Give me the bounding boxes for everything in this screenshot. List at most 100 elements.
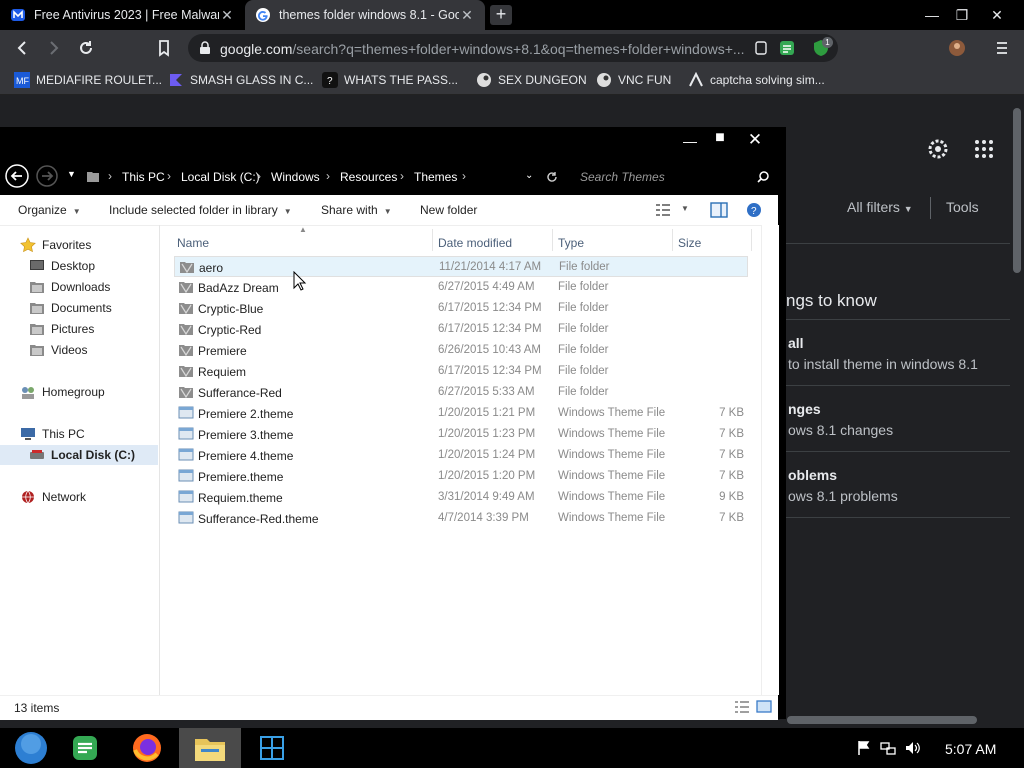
bookmark-vnc-fun[interactable]: VNC FUN	[596, 72, 671, 88]
share-icon[interactable]	[753, 40, 769, 56]
search-themes-input[interactable]: Search Themes	[570, 165, 775, 189]
nav-videos[interactable]: Videos	[0, 340, 158, 360]
menu-icon[interactable]	[994, 39, 1010, 57]
bookmark-captcha-solving[interactable]: captcha solving sim...	[688, 72, 825, 88]
breadcrumb-themes[interactable]: Themes	[414, 170, 457, 184]
nav-downloads[interactable]: Downloads	[0, 277, 158, 297]
breadcrumb-local-disk[interactable]: Local Disk (C:)	[181, 170, 260, 184]
nav-homegroup[interactable]: Homegroup	[0, 382, 158, 402]
close-button[interactable]: ✕	[745, 130, 765, 150]
taskbar-file-explorer[interactable]	[179, 728, 241, 768]
network-icon[interactable]	[880, 740, 896, 756]
refresh-icon[interactable]	[545, 170, 559, 184]
search-icon[interactable]	[756, 170, 770, 184]
bookmark-smash-glass[interactable]: SMASH GLASS IN C...	[168, 72, 313, 88]
chevron-down-icon[interactable]: ▼	[681, 204, 689, 213]
file-row[interactable]: Requiem 6/17/2015 12:34 PM File folder	[174, 361, 748, 382]
page-horizontal-scrollbar[interactable]	[785, 713, 1010, 727]
file-row[interactable]: aero 11/21/2014 4:17 AM File folder	[174, 256, 748, 277]
file-list-scrollbar[interactable]	[761, 225, 779, 695]
organize-button[interactable]: Organize ▼	[18, 203, 81, 217]
file-row[interactable]: Cryptic-Red 6/17/2015 12:34 PM File folder	[174, 319, 748, 340]
back-arrow-icon[interactable]	[5, 164, 29, 188]
new-tab-button[interactable]: +	[490, 5, 512, 25]
forward-icon[interactable]	[44, 38, 64, 58]
taskbar-app[interactable]	[241, 728, 303, 768]
file-row[interactable]: Premiere 4.theme 1/20/2015 1:24 PM Windows…	[174, 445, 748, 466]
nav-pictures[interactable]: Pictures	[0, 319, 158, 339]
view-options-icon[interactable]	[655, 203, 671, 217]
file-row[interactable]: Premiere.theme 1/20/2015 1:20 PM Windows T…	[174, 466, 748, 487]
address-dropdown-icon[interactable]: ⌄	[525, 170, 533, 181]
tab-close-icon[interactable]: ✕	[459, 7, 475, 24]
nav-documents[interactable]: Documents	[0, 298, 158, 318]
nav-this-pc[interactable]: This PC	[0, 424, 158, 444]
include-in-library-button[interactable]: Include selected folder in library ▼	[109, 203, 292, 217]
lock-icon[interactable]	[198, 41, 212, 55]
breadcrumb-windows[interactable]: Windows	[271, 170, 320, 184]
homegroup-icon	[20, 384, 36, 400]
preview-pane-icon[interactable]	[710, 202, 728, 218]
tab-free-antivirus[interactable]: Free Antivirus 2023 | Free Malware ✕	[0, 0, 245, 30]
address-bar[interactable]: google.com/search?q=themes+folder+window…	[188, 34, 838, 62]
nav-favorites[interactable]: Favorites	[0, 235, 158, 255]
maximize-button[interactable]: ❐	[946, 0, 978, 30]
taskbar-sheets[interactable]	[54, 728, 116, 768]
result-title[interactable]: nges	[788, 401, 821, 417]
scrollbar-thumb[interactable]	[1013, 108, 1021, 273]
share-with-button[interactable]: Share with ▼	[321, 203, 392, 217]
minimize-button[interactable]: —	[680, 133, 700, 149]
result-title[interactable]: oblems	[788, 467, 837, 483]
url-text[interactable]: google.com/search?q=themes+folder+window…	[220, 41, 760, 57]
tools-button[interactable]: Tools	[946, 199, 979, 215]
action-center-flag-icon[interactable]	[856, 740, 872, 756]
column-header-name[interactable]: Name	[177, 236, 209, 250]
recent-locations-icon[interactable]: ▼	[67, 169, 76, 179]
file-row[interactable]: Sufferance-Red 6/27/2015 5:33 AM File fold…	[174, 382, 748, 403]
breadcrumb-this-pc[interactable]: This PC	[122, 170, 165, 184]
nav-local-disk[interactable]: Local Disk (C:)	[0, 445, 158, 465]
nav-desktop[interactable]: Desktop	[0, 256, 158, 276]
settings-gear-icon[interactable]	[926, 137, 950, 161]
file-row[interactable]: Requiem.theme 3/31/2014 9:49 AM Windows Th…	[174, 487, 748, 508]
column-header-size[interactable]: Size	[678, 236, 701, 250]
column-header-date-modified[interactable]: Date modified	[438, 236, 512, 250]
reload-icon[interactable]	[76, 38, 96, 58]
volume-icon[interactable]	[905, 740, 921, 756]
breadcrumb-resources[interactable]: Resources	[340, 170, 397, 184]
minimize-button[interactable]: —	[916, 0, 948, 30]
details-view-icon[interactable]	[734, 700, 750, 714]
new-folder-button[interactable]: New folder	[420, 203, 477, 217]
apps-grid-icon[interactable]	[974, 139, 994, 159]
page-vertical-scrollbar[interactable]	[1010, 100, 1024, 710]
forward-arrow-icon[interactable]	[36, 165, 58, 187]
bookmark-mediafire[interactable]: MF MEDIAFIRE ROULET...	[14, 72, 162, 88]
file-row[interactable]: BadAzz Dream 6/27/2015 4:49 AM File folder	[174, 277, 748, 298]
bookmark-star-icon[interactable]	[154, 38, 174, 58]
back-icon[interactable]	[12, 38, 32, 58]
bookmark-sex-dungeon[interactable]: SEX DUNGEON	[476, 72, 587, 88]
large-icons-view-icon[interactable]	[756, 699, 772, 715]
close-window-button[interactable]: ✕	[981, 0, 1013, 30]
file-row[interactable]: Premiere 3.theme 1/20/2015 1:23 PM Windows…	[174, 424, 748, 445]
start-button[interactable]	[0, 728, 62, 768]
clock[interactable]: 5:07 AM	[945, 741, 996, 757]
maximize-button[interactable]: ■	[710, 129, 730, 147]
scrollbar-thumb[interactable]	[787, 716, 977, 724]
file-row[interactable]: Sufferance-Red.theme 4/7/2014 3:39 PM Wind…	[174, 508, 748, 529]
nav-network[interactable]: Network	[0, 487, 158, 507]
file-row[interactable]: Cryptic-Blue 6/17/2015 12:34 PM File folde…	[174, 298, 748, 319]
bookmark-whats-the-pass[interactable]: ? WHATS THE PASS...	[322, 72, 458, 88]
tab-google-search[interactable]: themes folder windows 8.1 - Goog ✕	[245, 0, 485, 30]
taskbar-firefox[interactable]	[116, 728, 178, 768]
help-icon[interactable]: ?	[746, 202, 762, 218]
result-title[interactable]: all	[788, 335, 804, 351]
explorer-title-bar[interactable]: — ■ ✕	[0, 127, 778, 159]
all-filters-button[interactable]: All filters ▼	[847, 199, 913, 215]
column-header-type[interactable]: Type	[558, 236, 584, 250]
profile-avatar[interactable]	[948, 39, 966, 57]
tab-close-icon[interactable]: ✕	[219, 7, 235, 24]
sheets-extension-icon[interactable]	[778, 39, 796, 57]
file-row[interactable]: Premiere 6/26/2015 10:43 AM File folder	[174, 340, 748, 361]
file-row[interactable]: Premiere 2.theme 1/20/2015 1:21 PM Windows…	[174, 403, 748, 424]
